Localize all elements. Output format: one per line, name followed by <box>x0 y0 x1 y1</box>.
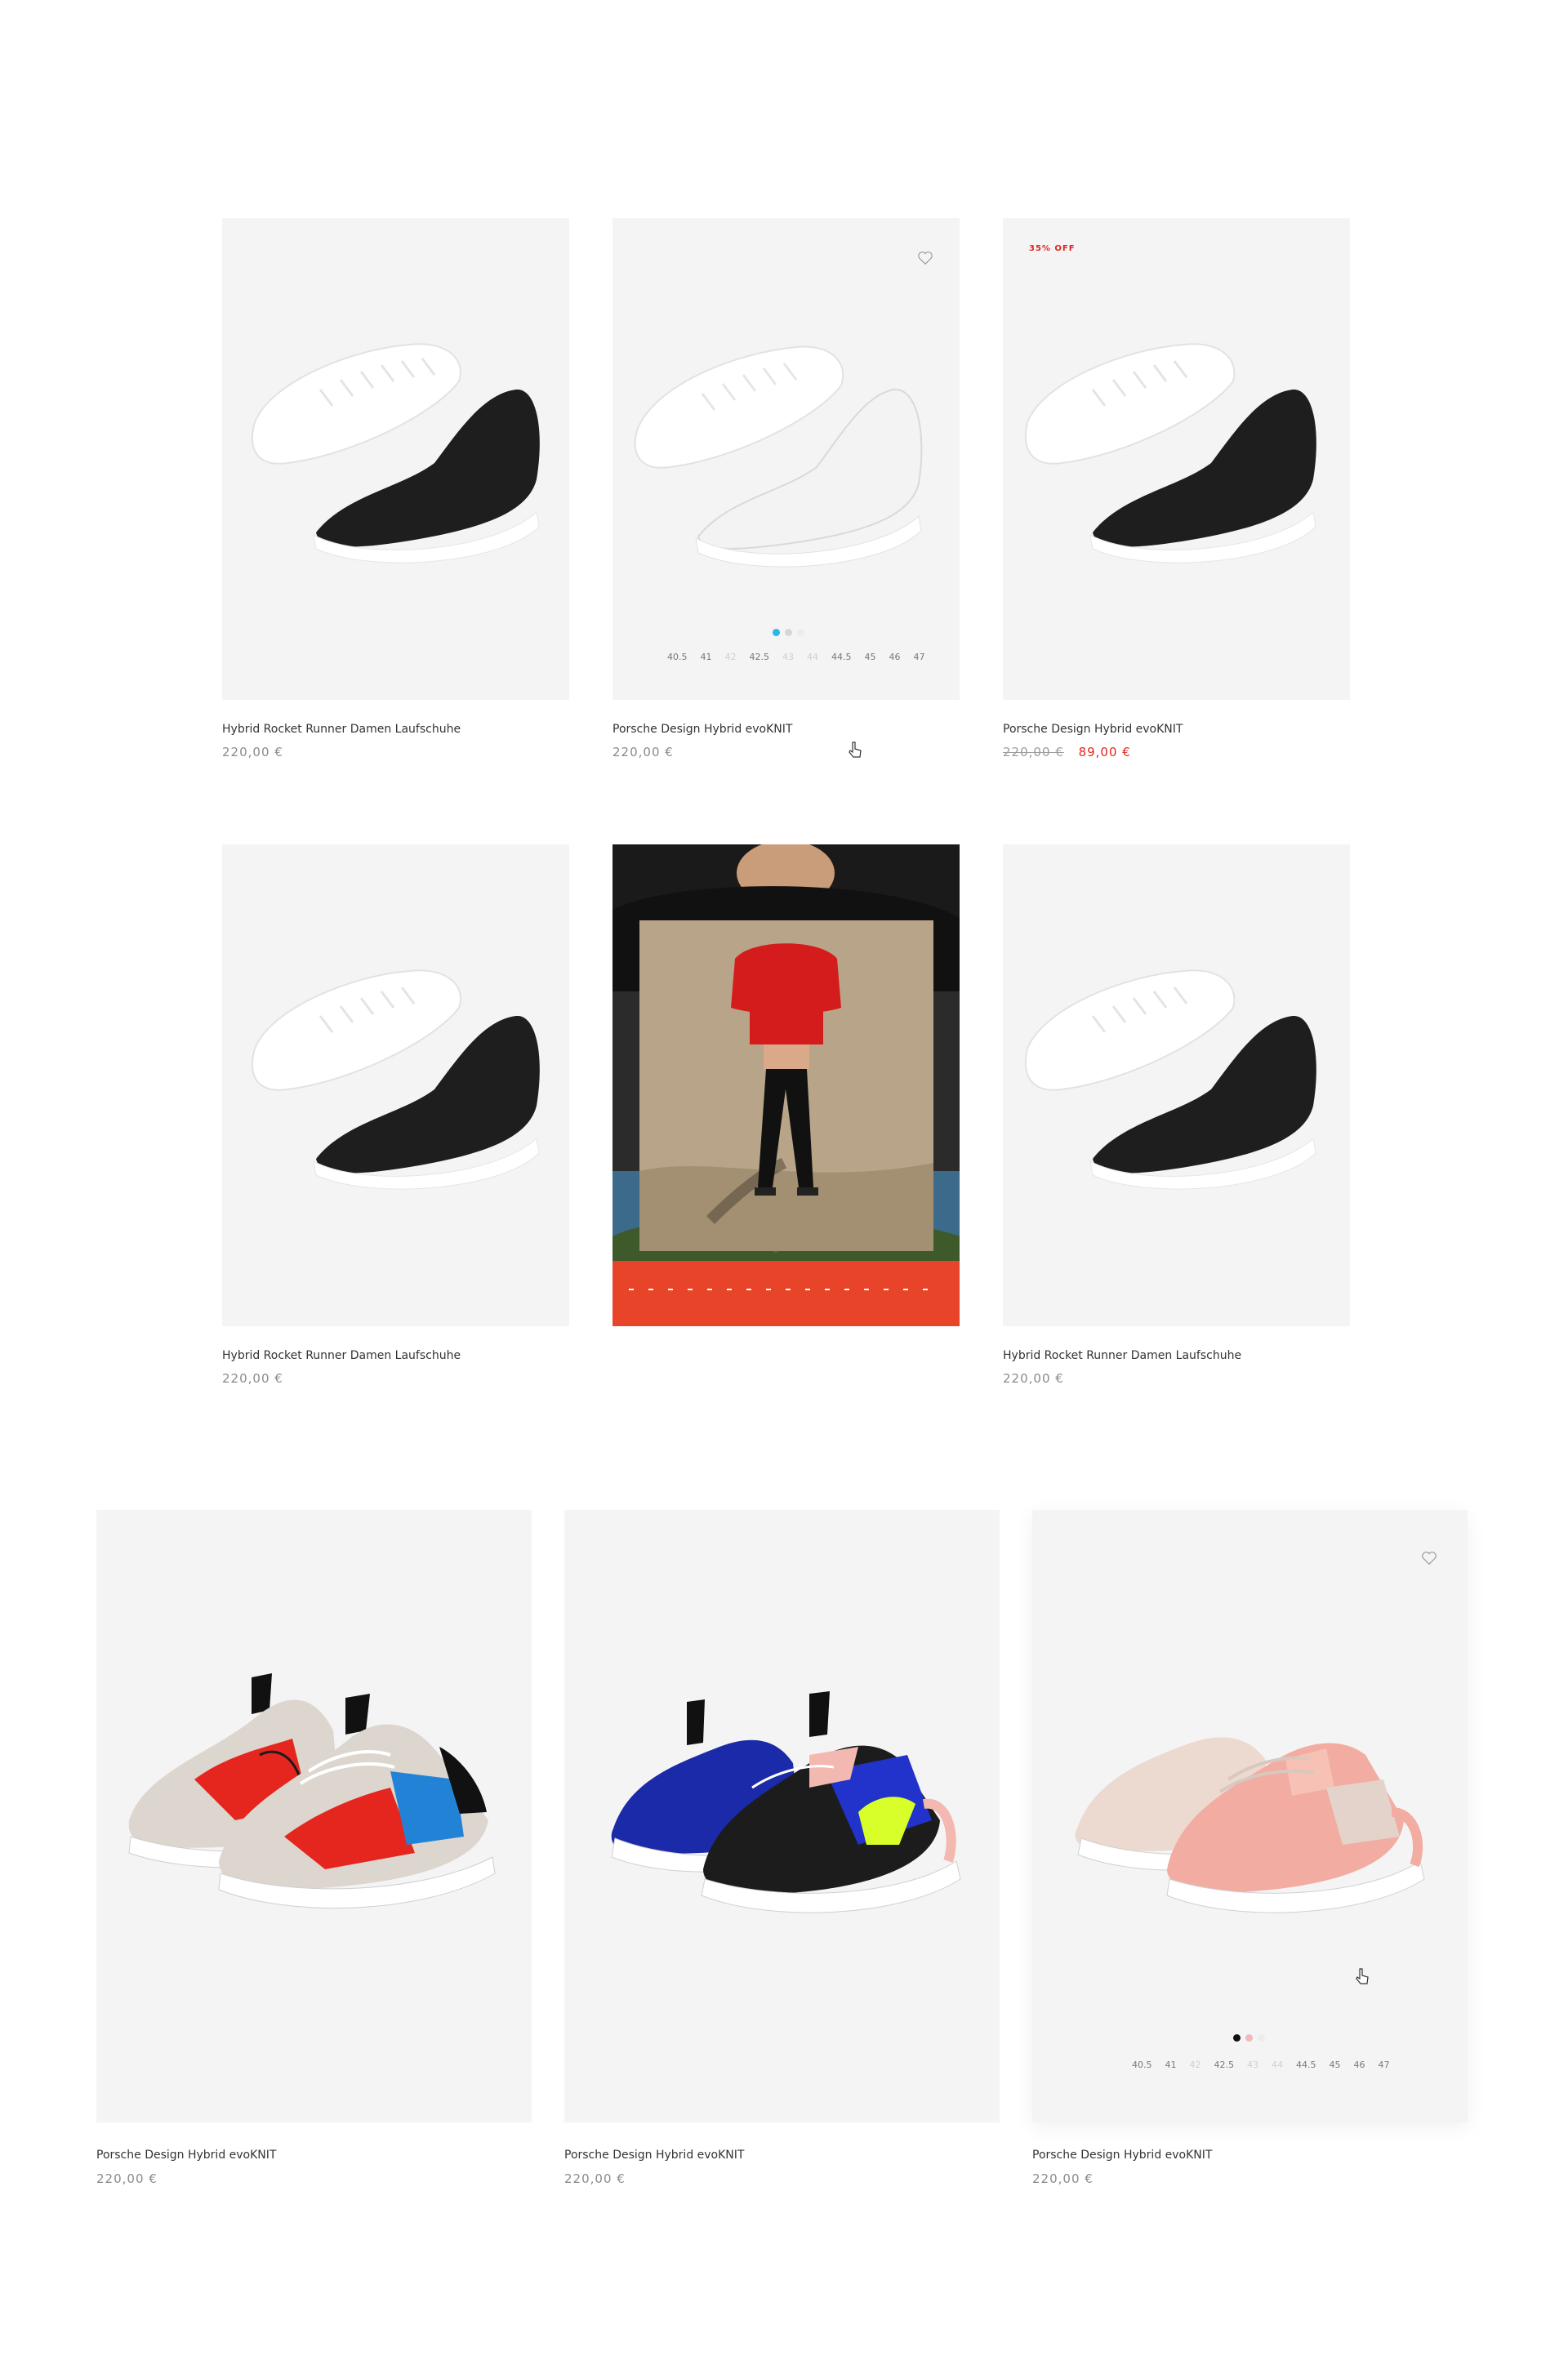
color-dot[interactable] <box>773 629 780 636</box>
size-option[interactable]: 40.5 <box>667 652 688 662</box>
size-option-unavailable: 42 <box>724 652 737 662</box>
size-list: 40.5 41 42 42.5 43 44 44.5 45 46 47 <box>1132 2060 1390 2070</box>
size-option[interactable]: 47 <box>914 652 925 662</box>
size-option[interactable]: 45 <box>865 652 876 662</box>
editorial-image[interactable] <box>612 844 960 1326</box>
size-option-unavailable: 44 <box>807 652 818 662</box>
size-option[interactable]: 42.5 <box>1214 2060 1235 2070</box>
product-card[interactable]: 40.5 41 42 42.5 43 44 44.5 45 46 47 Pors… <box>1032 1510 1468 2188</box>
pointer-cursor-icon <box>1356 1968 1369 1984</box>
heart-icon[interactable] <box>916 249 934 267</box>
shoe-image-nova-blue-black <box>611 1691 961 1913</box>
size-option-unavailable: 42 <box>1189 2060 1201 2070</box>
product-title[interactable]: Porsche Design Hybrid evoKNIT <box>96 2149 276 2162</box>
shoe-image-black-white <box>1024 969 1316 1190</box>
editorial-photo <box>612 844 960 1326</box>
sale-price: 89,00 € <box>1078 745 1131 759</box>
product-price: 220,00 € <box>1003 1371 1064 1386</box>
product-price: 220,00 € 89,00 € <box>1003 745 1131 759</box>
product-card[interactable]: Porsche Design Hybrid evoKNIT 220,00 € <box>96 1510 532 2188</box>
shoe-image-black-white <box>251 969 540 1190</box>
product-title[interactable]: Hybrid Rocket Runner Damen Laufschuhe <box>222 723 461 736</box>
size-option[interactable]: 41 <box>701 652 712 662</box>
product-card[interactable]: Hybrid Rocket Runner Damen Laufschuhe 22… <box>222 844 569 1400</box>
size-option-unavailable: 43 <box>782 652 794 662</box>
size-option[interactable]: 41 <box>1165 2060 1177 2070</box>
size-option[interactable]: 40.5 <box>1132 2060 1152 2070</box>
color-dot[interactable] <box>797 629 804 636</box>
size-option[interactable]: 47 <box>1379 2060 1390 2070</box>
product-price: 220,00 € <box>612 745 674 759</box>
color-dot[interactable] <box>1245 2034 1253 2042</box>
product-card[interactable]: Hybrid Rocket Runner Damen Laufschuhe 22… <box>1003 844 1350 1400</box>
product-price: 220,00 € <box>96 2171 158 2186</box>
size-option-unavailable: 44 <box>1272 2060 1283 2070</box>
color-swatches[interactable] <box>1233 2034 1265 2042</box>
size-option[interactable]: 46 <box>889 652 901 662</box>
size-option-unavailable: 43 <box>1247 2060 1258 2070</box>
size-option[interactable]: 42.5 <box>750 652 770 662</box>
product-image[interactable] <box>96 1510 532 2122</box>
product-image[interactable] <box>1003 844 1350 1326</box>
product-title[interactable]: Porsche Design Hybrid evoKNIT <box>612 723 792 736</box>
product-title[interactable]: Hybrid Rocket Runner Damen Laufschuhe <box>1003 1349 1241 1362</box>
pointer-cursor-icon <box>849 742 862 758</box>
shoe-image-black-white <box>251 343 540 563</box>
product-price: 220,00 € <box>222 745 283 759</box>
size-list: 40.5 41 42 42.5 43 44 44.5 45 46 47 <box>667 652 925 662</box>
product-card[interactable]: 40.5 41 42 42.5 43 44 44.5 45 46 47 Pors… <box>612 218 960 773</box>
size-option[interactable]: 46 <box>1354 2060 1365 2070</box>
color-dot[interactable] <box>1233 2034 1241 2042</box>
color-dot[interactable] <box>785 629 792 636</box>
product-title[interactable]: Hybrid Rocket Runner Damen Laufschuhe <box>222 1349 461 1362</box>
shoe-image-white <box>634 345 923 568</box>
product-image[interactable] <box>564 1510 1000 2122</box>
product-image[interactable]: 35% OFF <box>1003 218 1350 700</box>
size-option[interactable]: 44.5 <box>831 652 852 662</box>
product-card[interactable]: Hybrid Rocket Runner Damen Laufschuhe 22… <box>222 218 569 773</box>
product-image[interactable]: 40.5 41 42 42.5 43 44 44.5 45 46 47 <box>612 218 960 700</box>
color-dot[interactable] <box>1258 2034 1265 2042</box>
product-title[interactable]: Porsche Design Hybrid evoKNIT <box>1032 2149 1212 2162</box>
product-price: 220,00 € <box>564 2171 626 2186</box>
original-price: 220,00 € <box>1003 745 1064 759</box>
product-price: 220,00 € <box>222 1371 283 1386</box>
product-image[interactable] <box>222 844 569 1326</box>
product-price: 220,00 € <box>1032 2171 1094 2186</box>
product-card[interactable]: Porsche Design Hybrid evoKNIT 220,00 € <box>564 1510 1000 2188</box>
product-image[interactable]: 40.5 41 42 42.5 43 44 44.5 45 46 47 <box>1032 1510 1468 2122</box>
color-swatches[interactable] <box>773 629 804 636</box>
product-title[interactable]: Porsche Design Hybrid evoKNIT <box>564 2149 744 2162</box>
product-card[interactable]: 35% OFF Porsche Design Hybrid evoKNIT 22… <box>1003 218 1350 773</box>
product-image[interactable] <box>222 218 569 700</box>
size-option[interactable]: 44.5 <box>1296 2060 1316 2070</box>
shoe-image-black-white <box>1024 343 1316 563</box>
product-title[interactable]: Porsche Design Hybrid evoKNIT <box>1003 723 1183 736</box>
shoe-image-rs-x-multicolor <box>128 1673 496 1909</box>
size-option[interactable]: 45 <box>1330 2060 1341 2070</box>
shoe-image-nova-pink <box>1075 1737 1425 1913</box>
